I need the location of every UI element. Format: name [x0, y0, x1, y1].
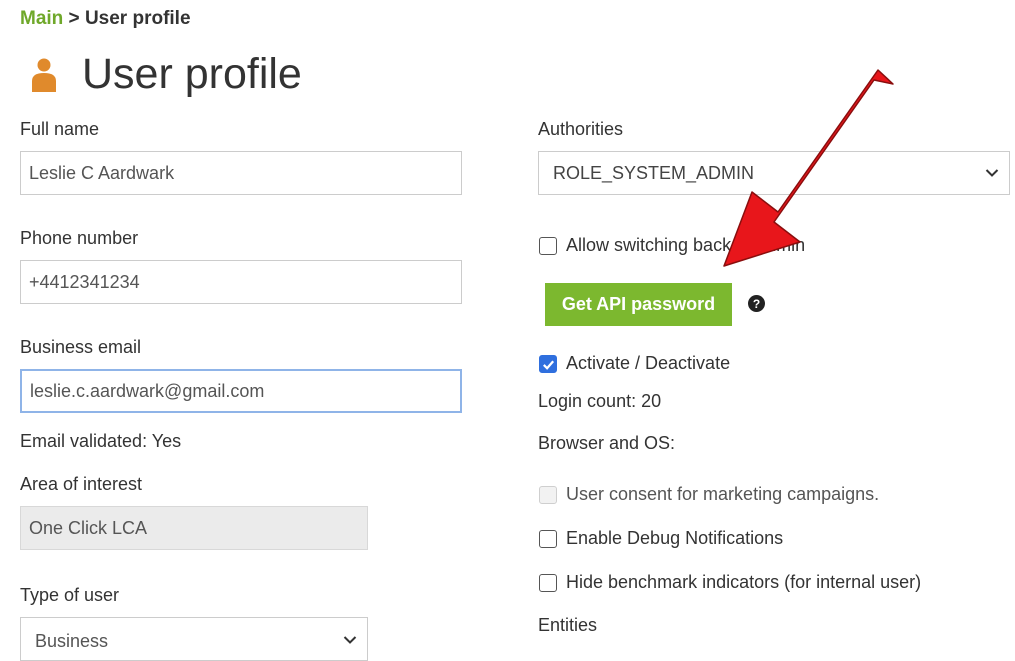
check-icon — [542, 359, 554, 370]
type-of-user-value: Business — [35, 631, 109, 651]
breadcrumb-current: User profile — [84, 8, 191, 29]
hide-benchmark-checkbox[interactable] — [539, 574, 557, 592]
authorities-value: ROLE_SYSTEM_ADMIN — [553, 163, 755, 183]
type-of-user-select[interactable]: Business — [20, 617, 368, 661]
breadcrumb-main-link[interactable]: Main — [20, 8, 63, 29]
activate-checkbox[interactable] — [539, 355, 557, 373]
browser-os-text: Browser and OS: — [538, 433, 676, 453]
marketing-consent-label: User consent for marketing campaigns. — [566, 484, 880, 504]
allow-switching-label: Allow switching back to admin — [566, 235, 806, 255]
debug-notifications-checkbox[interactable] — [539, 530, 557, 548]
user-icon — [32, 58, 56, 92]
page-title: User profile — [82, 50, 302, 98]
marketing-consent-checkbox — [539, 486, 557, 504]
phone-number-label: Phone number — [20, 228, 139, 248]
help-icon[interactable]: ? — [748, 295, 765, 312]
activate-label: Activate / Deactivate — [566, 353, 731, 373]
help-glyph: ? — [752, 296, 761, 311]
breadcrumb-separator: > — [63, 8, 85, 29]
authorities-label: Authorities — [538, 119, 624, 139]
full-name-input[interactable]: Leslie C Aardwark — [20, 151, 462, 195]
hide-benchmark-label: Hide benchmark indicators (for internal … — [566, 572, 922, 592]
type-of-user-label: Type of user — [20, 585, 120, 605]
chevron-down-icon — [985, 169, 999, 177]
page-header: User profile — [30, 50, 302, 99]
entities-label: Entities — [538, 615, 598, 635]
chevron-down-icon — [343, 636, 357, 644]
authorities-select[interactable]: ROLE_SYSTEM_ADMIN — [538, 151, 1010, 195]
allow-switching-checkbox[interactable] — [539, 237, 557, 255]
business-email-label: Business email — [20, 337, 142, 357]
debug-notifications-label: Enable Debug Notifications — [566, 528, 784, 548]
get-api-password-button[interactable]: Get API password — [545, 283, 732, 326]
full-name-label: Full name — [20, 119, 100, 139]
area-of-interest-field: One Click LCA — [20, 506, 368, 550]
business-email-input[interactable]: leslie.c.aardwark@gmail.com — [20, 369, 462, 413]
email-validated-text: Email validated: Yes — [20, 431, 182, 451]
area-of-interest-label: Area of interest — [20, 474, 143, 494]
breadcrumb: Main > User profile — [20, 8, 191, 30]
phone-number-input[interactable]: +4412341234 — [20, 260, 462, 304]
login-count-text: Login count: 20 — [538, 391, 662, 411]
